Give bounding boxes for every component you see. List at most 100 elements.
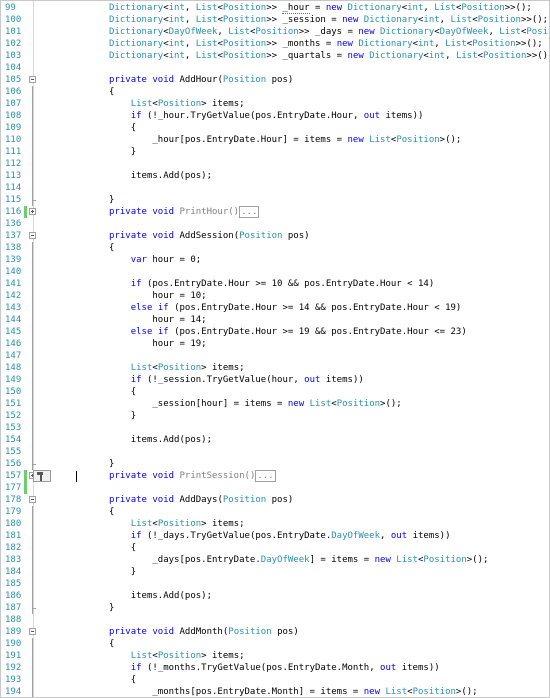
code-text: private void AddMonth(Position pos) xyxy=(109,627,299,637)
code-line[interactable]: 100 Dictionary<int, List<Position>> _ses… xyxy=(1,14,549,26)
code-line[interactable]: 115 } xyxy=(1,194,549,206)
code-line[interactable]: 147 xyxy=(1,350,549,362)
outline-guide xyxy=(32,446,33,458)
collapse-toggle-icon[interactable] xyxy=(29,496,36,503)
expand-toggle-icon[interactable] xyxy=(29,208,36,215)
code-line[interactable]: 142 hour = 10; xyxy=(1,290,549,302)
code-text: } xyxy=(44,567,137,577)
line-number: 190 xyxy=(5,639,22,649)
outline-guide xyxy=(32,398,33,410)
line-number: 141 xyxy=(5,279,22,289)
code-line[interactable]: 187 } xyxy=(1,602,549,614)
line-number: 113 xyxy=(5,171,22,181)
code-line[interactable]: 178 private void AddDays(Position pos) xyxy=(1,494,549,506)
line-number: 155 xyxy=(5,447,22,457)
code-line[interactable]: 144 hour = 14; xyxy=(1,314,549,326)
line-number: 108 xyxy=(5,111,22,121)
code-line[interactable]: 146 hour = 19; xyxy=(1,338,549,350)
code-line[interactable]: 116 private void PrintHour()... xyxy=(1,206,549,218)
code-line[interactable]: 106 { xyxy=(1,86,549,98)
code-line[interactable]: 153 xyxy=(1,422,549,434)
code-line[interactable]: 152 } xyxy=(1,410,549,422)
code-line[interactable]: 189 private void AddMonth(Position pos) xyxy=(1,626,549,638)
code-line[interactable]: 180 List<Position> items; xyxy=(1,518,549,530)
collapsed-region-marker[interactable]: ... xyxy=(239,206,260,218)
code-line[interactable]: 109 { xyxy=(1,122,549,134)
code-line[interactable]: 104 xyxy=(1,62,549,74)
code-line[interactable]: 108 if (!_hour.TryGetValue(pos.EntryDate… xyxy=(1,110,549,122)
code-line[interactable]: 101 Dictionary<DayOfWeek, List<Position>… xyxy=(1,26,549,38)
code-line[interactable]: 145 else if (pos.EntryDate.Hour >= 19 &&… xyxy=(1,326,549,338)
code-line[interactable]: 179 { xyxy=(1,506,549,518)
smart-tag-button[interactable] xyxy=(33,470,51,482)
code-line[interactable]: 150 { xyxy=(1,386,549,398)
code-line[interactable]: 114 xyxy=(1,182,549,194)
line-number: 154 xyxy=(5,435,22,445)
code-text: Dictionary<int, List<Position>> _hour = … xyxy=(109,3,532,14)
collapse-toggle-icon[interactable] xyxy=(29,628,36,635)
line-number: 111 xyxy=(5,147,22,157)
code-line[interactable]: 110 _hour[pos.EntryDate.Hour] = items = … xyxy=(1,134,549,146)
code-line[interactable]: 157 private void PrintSession()... xyxy=(1,470,549,482)
outline-guide xyxy=(32,338,33,350)
line-number: 107 xyxy=(5,99,22,109)
code-line[interactable]: 111 } xyxy=(1,146,549,158)
collapsed-region-marker[interactable]: ... xyxy=(255,470,276,482)
code-text: private void AddSession(Position pos) xyxy=(109,231,310,241)
line-number: 109 xyxy=(5,123,22,133)
code-line[interactable]: 107 List<Position> items; xyxy=(1,98,549,110)
outline-guide xyxy=(32,110,33,122)
code-line[interactable]: 143 else if (pos.EntryDate.Hour >= 14 &&… xyxy=(1,302,549,314)
code-line[interactable]: 151 _session[hour] = items = new List<Po… xyxy=(1,398,549,410)
code-line[interactable]: 177 xyxy=(1,482,549,494)
outline-guide xyxy=(32,146,33,158)
collapse-toggle-icon[interactable] xyxy=(29,232,36,239)
code-line[interactable]: 194 _months[pos.EntryDate.Month] = items… xyxy=(1,686,549,697)
code-text: items.Add(pos); xyxy=(130,171,213,181)
line-number: 148 xyxy=(5,363,22,373)
code-line[interactable]: 138 { xyxy=(1,242,549,254)
line-number: 186 xyxy=(5,591,22,601)
code-text: { xyxy=(44,243,115,253)
outline-guide xyxy=(32,410,33,422)
code-line[interactable]: 136 xyxy=(1,218,549,230)
line-number: 139 xyxy=(5,255,22,265)
code-line[interactable]: 186 items.Add(pos); xyxy=(1,590,549,602)
code-line[interactable]: 183 _days[pos.EntryDate.DayOfWeek] = ite… xyxy=(1,554,549,566)
code-line[interactable]: 191 List<Position> items; xyxy=(1,650,549,662)
outline-guide xyxy=(32,98,33,110)
outline-guide xyxy=(32,158,33,170)
hammer-icon xyxy=(37,472,43,481)
code-line[interactable]: 149 if (!_session.TryGetValue(hour, out … xyxy=(1,374,549,386)
code-line[interactable]: 185 xyxy=(1,578,549,590)
code-line[interactable]: 181 if (!_days.TryGetValue(pos.EntryDate… xyxy=(1,530,549,542)
collapse-toggle-icon[interactable] xyxy=(29,76,36,83)
code-line[interactable]: 141 if (pos.EntryDate.Hour >= 10 && pos.… xyxy=(1,278,549,290)
line-number: 143 xyxy=(5,303,22,313)
code-line[interactable]: 112 xyxy=(1,158,549,170)
code-text: items.Add(pos); xyxy=(130,591,213,601)
code-line[interactable]: 103 Dictionary<int, List<Position>> _qua… xyxy=(1,50,549,62)
outline-guide xyxy=(32,674,33,686)
code-editor[interactable]: 99 Dictionary<int, List<Position>> _hour… xyxy=(0,0,550,698)
code-line[interactable]: 140 xyxy=(1,266,549,278)
code-line[interactable]: 193 { xyxy=(1,674,549,686)
code-line[interactable]: 155 xyxy=(1,446,549,458)
code-line[interactable]: 188 xyxy=(1,614,549,626)
code-line[interactable]: 192 if (!_months.TryGetValue(pos.EntryDa… xyxy=(1,662,549,674)
code-text: private void PrintSession()... xyxy=(109,470,276,482)
line-number: 110 xyxy=(5,135,22,145)
code-line[interactable]: 113 items.Add(pos); xyxy=(1,170,549,182)
code-line[interactable]: 139 var hour = 0; xyxy=(1,254,549,266)
code-line[interactable]: 190 { xyxy=(1,638,549,650)
code-line[interactable]: 148 List<Position> items; xyxy=(1,362,549,374)
line-number: 180 xyxy=(5,519,22,529)
code-line[interactable]: 156 } xyxy=(1,458,549,470)
code-line[interactable]: 154 items.Add(pos); xyxy=(1,434,549,446)
code-line[interactable]: 137 private void AddSession(Position pos… xyxy=(1,230,549,242)
code-line[interactable]: 99 Dictionary<int, List<Position>> _hour… xyxy=(1,2,549,14)
code-line[interactable]: 184 } xyxy=(1,566,549,578)
code-line[interactable]: 102 Dictionary<int, List<Position>> _mon… xyxy=(1,38,549,50)
code-line[interactable]: 105 private void AddHour(Position pos) xyxy=(1,74,549,86)
code-line[interactable]: 182 { xyxy=(1,542,549,554)
